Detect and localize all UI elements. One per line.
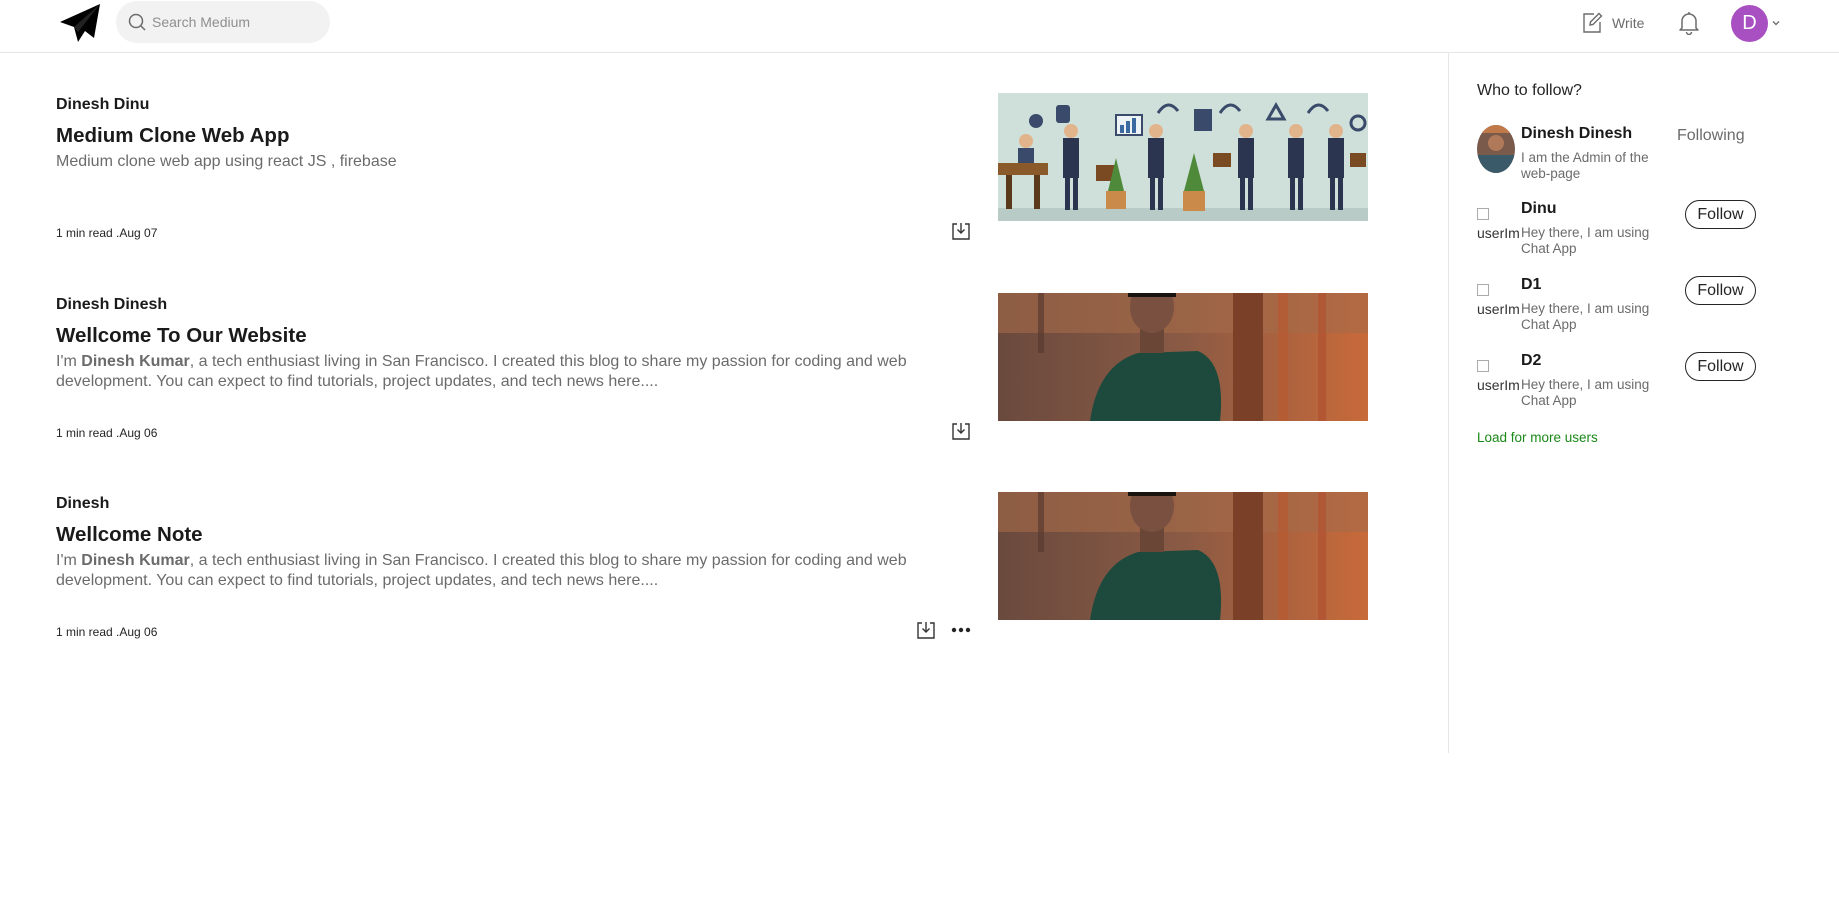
portrait-photo — [998, 293, 1368, 421]
user-name[interactable]: Dinu — [1521, 200, 1557, 218]
post-title[interactable]: Wellcome Note — [56, 523, 203, 547]
search-icon — [128, 13, 146, 31]
broken-avatar-image[interactable]: userIm — [1477, 206, 1525, 248]
user-bio: I am the Admin of the web-page — [1521, 150, 1649, 181]
post-title[interactable]: Wellcome To Our Website — [56, 324, 307, 348]
follow-button[interactable]: Follow — [1685, 276, 1756, 305]
load-more-users-link[interactable]: Load for more users — [1477, 430, 1598, 445]
user-bio: Hey there, I am using Chat App — [1521, 301, 1650, 332]
user-bio: Hey there, I am using Chat App — [1521, 377, 1650, 408]
post-card[interactable]: Dinesh Dinu Medium Clone Web App Medium … — [56, 93, 1368, 263]
search-bar[interactable] — [116, 1, 330, 43]
post-author[interactable]: Dinesh — [56, 495, 109, 513]
broken-avatar-image[interactable]: userIm — [1477, 358, 1525, 400]
user-menu-button[interactable]: D — [1731, 4, 1781, 42]
suggested-user: userIm Dinu Hey there, I am using Chat A… — [1477, 200, 1817, 260]
paper-plane-logo-icon[interactable] — [58, 2, 102, 46]
suggested-user: Dinesh Dinesh I am the Admin of the web-… — [1477, 125, 1817, 185]
post-author[interactable]: Dinesh Dinu — [56, 96, 149, 114]
post-meta: 1 min read .Aug 06 — [56, 426, 158, 440]
avatar[interactable] — [1477, 125, 1515, 173]
post-excerpt: I'm Dinesh Kumar, a tech enthusiast livi… — [56, 552, 907, 589]
who-to-follow-sidebar: Who to follow? Dinesh Dinesh I am the Ad… — [1448, 53, 1839, 753]
search-input[interactable] — [152, 1, 322, 43]
notification-bell-icon[interactable] — [1676, 9, 1702, 35]
post-excerpt: Medium clone web app using react JS , fi… — [56, 153, 397, 170]
sidebar-heading: Who to follow? — [1477, 82, 1582, 99]
write-label: Write — [1612, 15, 1645, 31]
suggested-user: userIm D1 Hey there, I am using Chat App… — [1477, 276, 1817, 336]
post-meta: 1 min read .Aug 06 — [56, 625, 158, 639]
post-card[interactable]: Dinesh Dinesh Wellcome To Our Website I'… — [56, 293, 1368, 463]
broken-image-icon — [1477, 360, 1489, 372]
post-excerpt: I'm Dinesh Kumar, a tech enthusiast livi… — [56, 353, 907, 390]
broken-avatar-image[interactable]: userIm — [1477, 282, 1525, 324]
more-options-icon[interactable] — [950, 619, 972, 641]
save-bookmark-icon[interactable] — [915, 619, 937, 641]
user-name[interactable]: D1 — [1521, 276, 1541, 294]
post-author[interactable]: Dinesh Dinesh — [56, 296, 167, 314]
user-name[interactable]: D2 — [1521, 352, 1541, 370]
chevron-down-icon — [1772, 21, 1780, 26]
write-icon — [1583, 12, 1603, 33]
follow-button[interactable]: Follow — [1685, 352, 1756, 381]
office-pixel-illustration — [998, 93, 1368, 221]
top-navbar: Write D — [0, 0, 1839, 53]
broken-image-icon — [1477, 208, 1489, 220]
suggested-user: userIm D2 Hey there, I am using Chat App… — [1477, 352, 1817, 412]
following-button[interactable]: Following — [1677, 127, 1745, 145]
post-thumbnail[interactable] — [998, 492, 1368, 620]
avatar: D — [1731, 4, 1768, 42]
post-title[interactable]: Medium Clone Web App — [56, 124, 289, 148]
write-button[interactable]: Write — [1580, 10, 1644, 36]
save-bookmark-icon[interactable] — [950, 420, 972, 442]
post-thumbnail[interactable] — [998, 93, 1368, 221]
user-bio: Hey there, I am using Chat App — [1521, 225, 1650, 256]
save-bookmark-icon[interactable] — [950, 220, 972, 242]
post-card[interactable]: Dinesh Wellcome Note I'm Dinesh Kumar, a… — [56, 492, 1368, 662]
user-name[interactable]: Dinesh Dinesh — [1521, 125, 1632, 143]
post-thumbnail[interactable] — [998, 293, 1368, 421]
post-meta: 1 min read .Aug 07 — [56, 226, 158, 240]
follow-button[interactable]: Follow — [1685, 200, 1756, 229]
portrait-photo — [998, 492, 1368, 620]
broken-image-icon — [1477, 284, 1489, 296]
